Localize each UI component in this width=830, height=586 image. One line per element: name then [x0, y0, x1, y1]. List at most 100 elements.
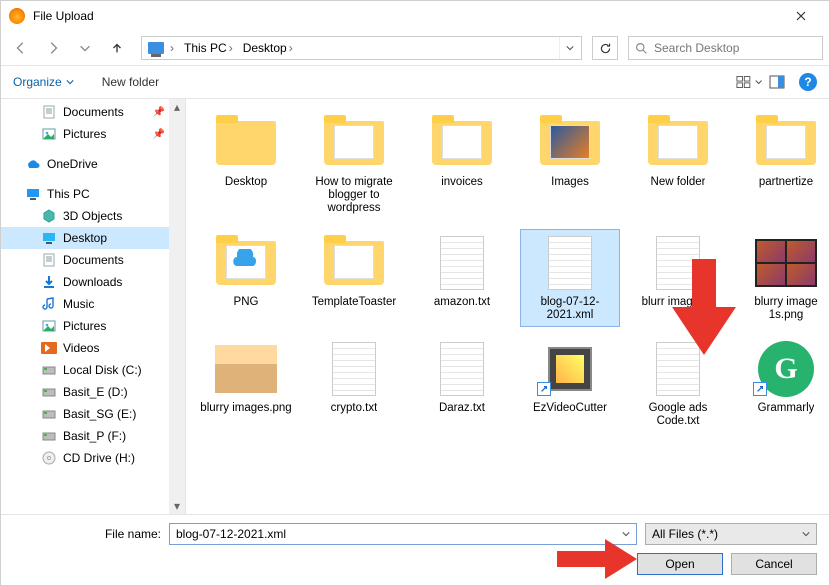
sidebar-item-downloads[interactable]: Downloads: [1, 271, 185, 293]
breadcrumb-root[interactable]: ›: [144, 37, 180, 59]
desktop-icon: [41, 230, 57, 246]
file-item[interactable]: TemplateToaster: [304, 229, 404, 327]
chevron-down-icon: [66, 78, 74, 86]
open-button[interactable]: Open: [637, 553, 723, 575]
file-list[interactable]: Desktop How to migrate blogger to wordpre…: [186, 99, 829, 514]
close-button[interactable]: [781, 1, 821, 31]
file-dialog: File Upload › This PC › Desktop ›: [0, 0, 830, 586]
breadcrumb-desktop[interactable]: Desktop ›: [239, 37, 299, 59]
this-pc-icon: [148, 42, 164, 54]
filename-value: blog-07-12-2021.xml: [176, 527, 286, 541]
file-item[interactable]: crypto.txt: [304, 335, 404, 433]
cancel-button[interactable]: Cancel: [731, 553, 817, 575]
sidebar-item-label: OneDrive: [47, 157, 98, 171]
file-item[interactable]: Google ads Code.txt: [628, 335, 728, 433]
sidebar-item-label: Videos: [63, 341, 99, 355]
file-thumb: [643, 114, 713, 172]
help-button[interactable]: ?: [799, 73, 817, 91]
address-bar[interactable]: › This PC › Desktop ›: [141, 36, 582, 60]
file-item[interactable]: invoices: [412, 109, 512, 221]
file-thumb: [427, 114, 497, 172]
refresh-button[interactable]: [592, 36, 618, 60]
sidebar-item-music[interactable]: Music: [1, 293, 185, 315]
sidebar-item-basit-e-d-[interactable]: Basit_E (D:): [1, 381, 185, 403]
disk-icon: [41, 384, 57, 400]
file-label: invoices: [441, 176, 483, 189]
file-label: Google ads Code.txt: [631, 402, 725, 428]
new-folder-button[interactable]: New folder: [102, 75, 159, 89]
file-item[interactable]: PNG: [196, 229, 296, 327]
file-item[interactable]: blurr image.txt: [628, 229, 728, 327]
filter-value: All Files (*.*): [652, 527, 718, 541]
up-button[interactable]: [103, 35, 131, 61]
sidebar-item-this-pc[interactable]: This PC: [1, 183, 185, 205]
sidebar-scrollbar[interactable]: ▴ ▾: [169, 99, 185, 514]
organize-button[interactable]: Organize: [13, 75, 74, 89]
sidebar-item-onedrive[interactable]: OneDrive: [1, 153, 185, 175]
sidebar-item-local-disk-c-[interactable]: Local Disk (C:): [1, 359, 185, 381]
file-thumb: [319, 114, 389, 172]
breadcrumb-thispc[interactable]: This PC ›: [180, 37, 239, 59]
sidebar-item-label: Pictures: [63, 319, 106, 333]
chevron-down-icon: [78, 41, 92, 55]
file-label: EzVideoCutter: [533, 402, 607, 415]
open-label: Open: [665, 557, 694, 571]
file-item[interactable]: Desktop: [196, 109, 296, 221]
doc-icon: [41, 104, 57, 120]
file-item[interactable]: How to migrate blogger to wordpress: [304, 109, 404, 221]
arrow-right-icon: [46, 41, 60, 55]
file-label: How to migrate blogger to wordpress: [307, 176, 401, 216]
file-thumb: [643, 234, 713, 292]
sidebar-item-documents[interactable]: Documents📌: [1, 101, 185, 123]
sidebar-item-pictures[interactable]: Pictures📌: [1, 123, 185, 145]
thispc-icon: [25, 186, 41, 202]
titlebar: File Upload: [1, 1, 829, 31]
file-label: Images: [551, 176, 589, 189]
recent-button[interactable]: [71, 35, 99, 61]
file-thumb: [643, 340, 713, 398]
file-item[interactable]: amazon.txt: [412, 229, 512, 327]
sidebar-item-label: Basit_SG (E:): [63, 407, 136, 421]
sidebar-item-pictures[interactable]: Pictures: [1, 315, 185, 337]
sidebar-item-label: 3D Objects: [63, 209, 122, 223]
footer: File name: blog-07-12-2021.xml All Files…: [1, 514, 829, 585]
file-item[interactable]: blurry image 1s.png: [736, 229, 829, 327]
sidebar-item-basit-sg-e-[interactable]: Basit_SG (E:): [1, 403, 185, 425]
filename-input[interactable]: blog-07-12-2021.xml: [169, 523, 637, 545]
sidebar-item-documents[interactable]: Documents: [1, 249, 185, 271]
pic-icon: [41, 126, 57, 142]
sidebar-item-label: Basit_E (D:): [63, 385, 128, 399]
sidebar-item-cd-drive-h-[interactable]: CD Drive (H:): [1, 447, 185, 469]
file-label: blurry image 1s.png: [739, 296, 829, 322]
file-item[interactable]: partnertize: [736, 109, 829, 221]
file-type-filter[interactable]: All Files (*.*): [645, 523, 817, 545]
organize-label: Organize: [13, 75, 62, 89]
file-item[interactable]: Images: [520, 109, 620, 221]
file-item[interactable]: blog-07-12-2021.xml: [520, 229, 620, 327]
file-item[interactable]: New folder: [628, 109, 728, 221]
chevron-right-icon: ›: [289, 41, 293, 55]
file-label: TemplateToaster: [312, 296, 396, 309]
address-dropdown[interactable]: [559, 37, 579, 59]
navigation-tree: Documents📌Pictures📌 OneDrive This PC 3D Obj…: [1, 101, 185, 469]
file-item[interactable]: Daraz.txt: [412, 335, 512, 433]
cd-icon: [41, 450, 57, 466]
file-thumb: [211, 340, 281, 398]
file-item[interactable]: blurry images.png: [196, 335, 296, 433]
sidebar-item-videos[interactable]: Videos: [1, 337, 185, 359]
scroll-down-icon[interactable]: ▾: [169, 498, 185, 514]
sidebar-item-desktop[interactable]: Desktop: [1, 227, 185, 249]
forward-button[interactable]: [39, 35, 67, 61]
disk-icon: [41, 362, 57, 378]
chevron-down-icon: [755, 78, 762, 86]
scroll-up-icon[interactable]: ▴: [169, 99, 185, 115]
back-button[interactable]: [7, 35, 35, 61]
file-item[interactable]: EzVideoCutter: [520, 335, 620, 433]
view-button[interactable]: [735, 70, 763, 94]
file-item[interactable]: Grammarly: [736, 335, 829, 433]
file-label: Daraz.txt: [439, 402, 485, 415]
search-input[interactable]: Search Desktop: [628, 36, 823, 60]
preview-pane-button[interactable]: [763, 70, 791, 94]
sidebar-item-basit-p-f-[interactable]: Basit_P (F:): [1, 425, 185, 447]
sidebar-item-3d-objects[interactable]: 3D Objects: [1, 205, 185, 227]
